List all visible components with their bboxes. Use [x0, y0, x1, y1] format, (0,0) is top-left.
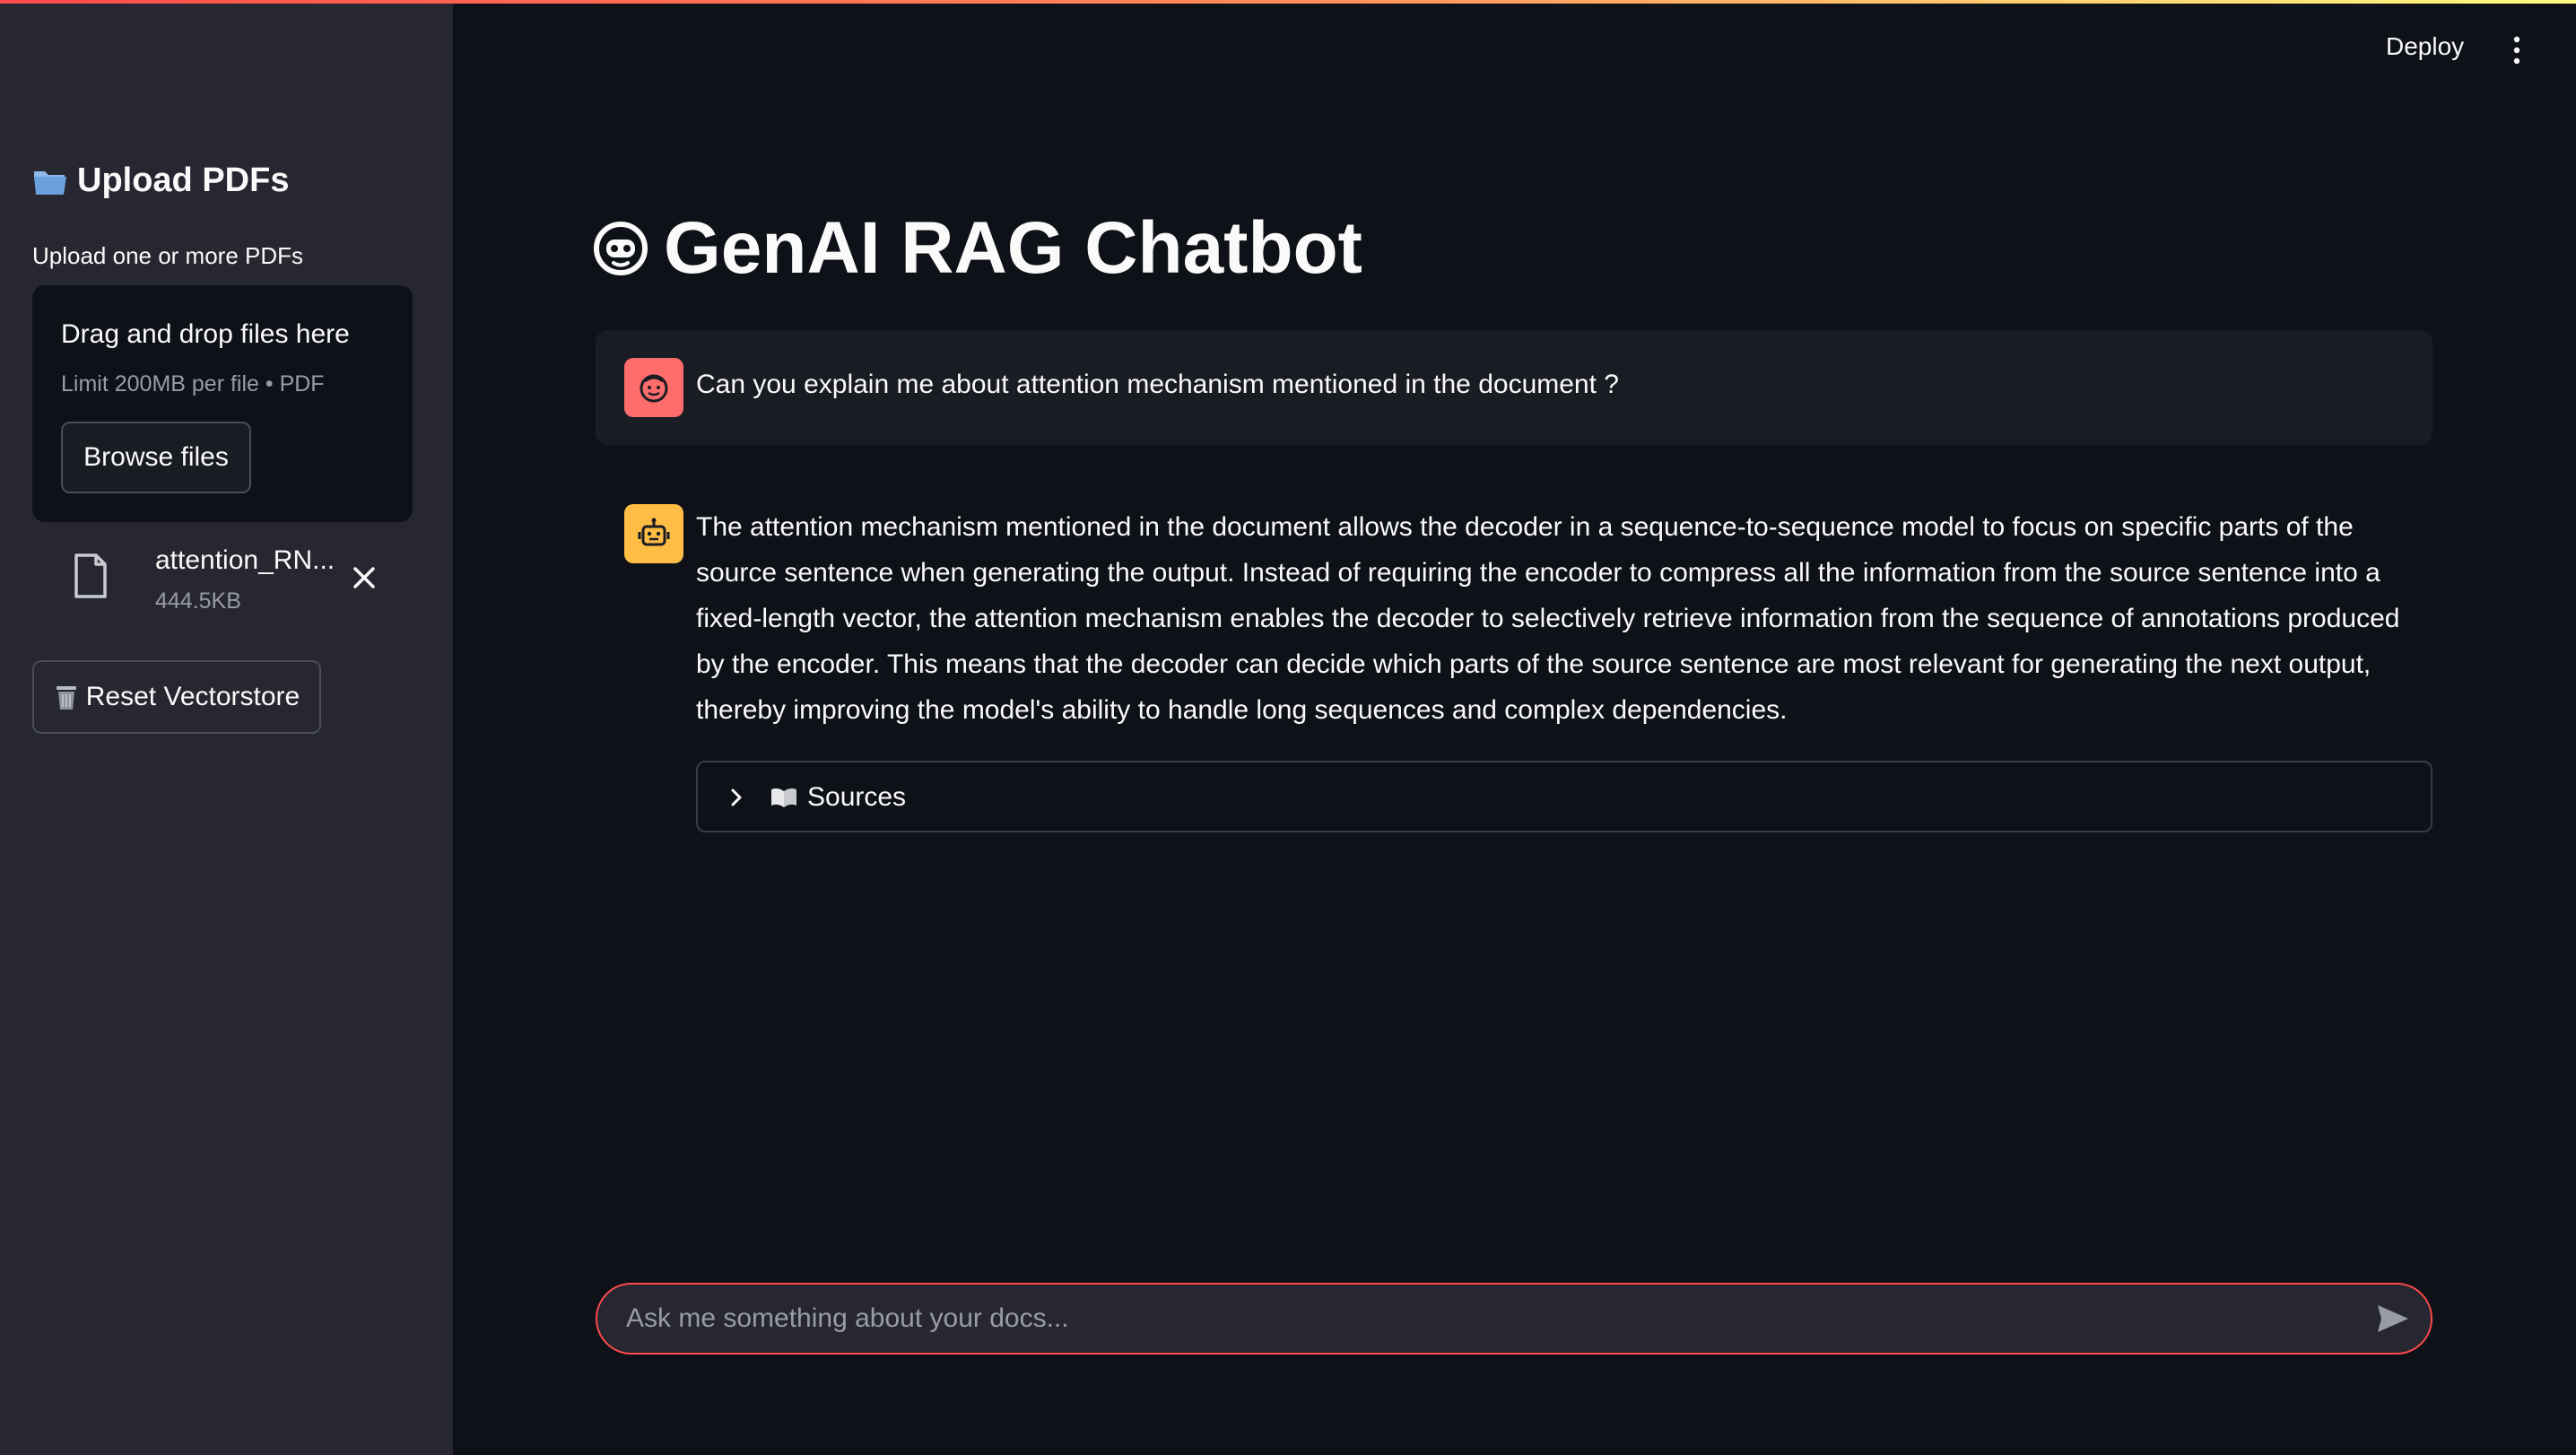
trash-icon	[56, 686, 76, 710]
file-icon	[74, 553, 107, 598]
sources-expander[interactable]: Sources	[696, 761, 2432, 832]
sidebar-heading-text: Upload PDFs	[77, 161, 290, 199]
chat-input[interactable]	[626, 1285, 2330, 1353]
page-title-text: GenAI RAG Chatbot	[664, 207, 1362, 289]
chat-message-user: Can you explain me about attention mecha…	[596, 330, 2432, 445]
folder-icon	[34, 170, 66, 195]
user-message-text: Can you explain me about attention mecha…	[696, 370, 1619, 399]
more-vertical-icon[interactable]	[2506, 34, 2528, 66]
top-accent-bar	[0, 0, 2576, 4]
user-face-icon	[640, 374, 668, 403]
close-icon[interactable]	[348, 562, 380, 594]
robot-face-icon	[594, 222, 648, 275]
sidebar-heading: Upload PDFs	[32, 161, 289, 200]
page-title: GenAI RAG Chatbot	[592, 206, 1362, 291]
dropzone-title: Drag and drop files here	[61, 319, 350, 349]
file-size: 444.5KB	[155, 588, 241, 614]
file-name: attention_RN...	[155, 545, 335, 575]
reset-button-label: Reset Vectorstore	[85, 682, 300, 711]
send-icon[interactable]	[2375, 1303, 2411, 1335]
uploaded-file-item: attention_RN... 444.5KB	[32, 538, 413, 621]
chevron-right-icon	[731, 788, 742, 806]
sources-label-text: Sources	[807, 782, 907, 812]
robot-icon	[638, 518, 670, 546]
sidebar: Upload PDFs Upload one or more PDFs Drag…	[0, 0, 453, 1455]
sources-label: Sources	[770, 782, 906, 813]
browse-files-button[interactable]: Browse files	[61, 422, 251, 493]
user-avatar	[624, 358, 683, 417]
chat-input-container	[596, 1283, 2432, 1355]
reset-vectorstore-button[interactable]: Reset Vectorstore	[32, 660, 321, 734]
file-dropzone[interactable]: Drag and drop files here Limit 200MB per…	[32, 285, 413, 522]
uploader-label: Upload one or more PDFs	[32, 242, 304, 269]
assistant-avatar	[624, 504, 683, 563]
deploy-button[interactable]: Deploy	[2386, 32, 2464, 61]
assistant-message-text: The attention mechanism mentioned in the…	[696, 512, 2400, 725]
dropzone-limit: Limit 200MB per file • PDF	[61, 371, 325, 396]
book-icon	[771, 788, 796, 807]
